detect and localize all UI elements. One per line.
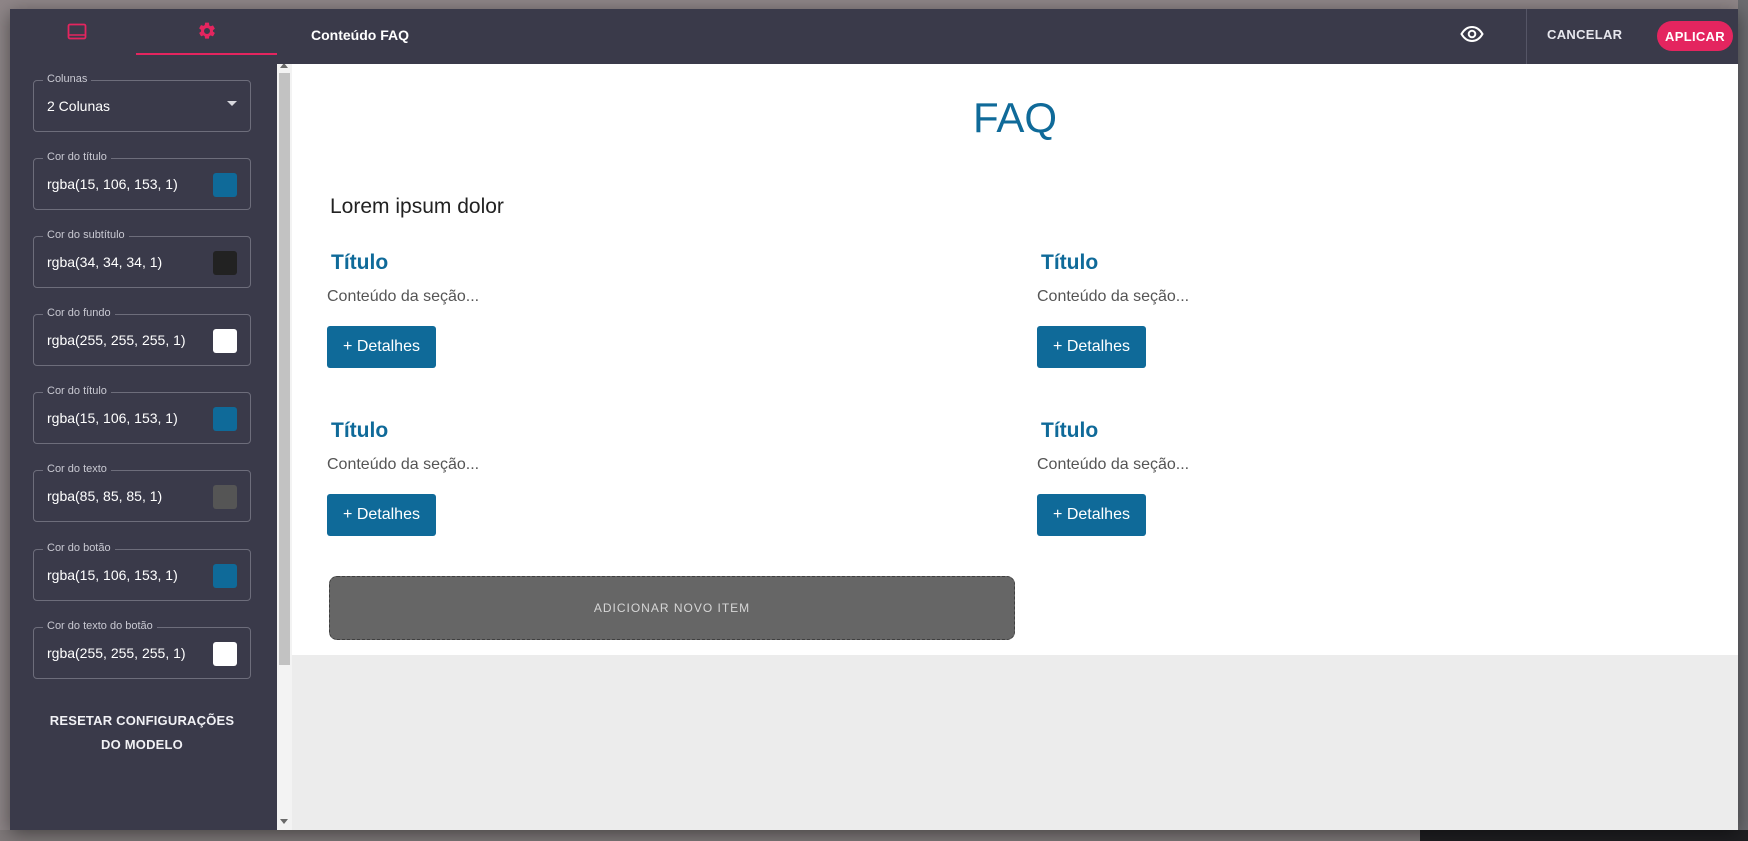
tab-layout[interactable] [10, 9, 143, 55]
monitor-icon [67, 23, 87, 41]
field-label: Cor do título [43, 151, 111, 163]
item-text[interactable]: Conteúdo da seção... [327, 456, 479, 474]
reset-label-line2: DO MODELO [101, 737, 183, 752]
item-title[interactable]: Título [331, 419, 388, 443]
item-text[interactable]: Conteúdo da seção... [1037, 288, 1189, 306]
details-button[interactable]: + Detalhes [1037, 494, 1146, 536]
details-button[interactable]: + Detalhes [327, 494, 436, 536]
color-swatch[interactable] [213, 485, 237, 509]
backdrop-right [1738, 0, 1748, 841]
settings-sidebar: Colunas 2 Colunas Cor do título rgba(15,… [10, 9, 277, 830]
color-swatch[interactable] [213, 642, 237, 666]
field-label: Cor do botão [43, 542, 115, 554]
faq-editor-modal: Colunas 2 Colunas Cor do título rgba(15,… [10, 9, 1738, 830]
header-divider [1526, 9, 1527, 64]
item-title[interactable]: Título [1041, 419, 1098, 443]
columns-value: 2 Colunas [47, 98, 111, 114]
field-label: Cor do texto [43, 463, 111, 475]
field-value: rgba(255, 255, 255, 1) [47, 645, 186, 661]
item-title[interactable]: Título [1041, 251, 1098, 275]
field-value: rgba(34, 34, 34, 1) [47, 254, 163, 270]
preview-button[interactable] [1458, 24, 1486, 48]
button-text-color-field[interactable]: Cor do texto do botão rgba(255, 255, 255… [33, 620, 251, 679]
faq-item[interactable]: Título Conteúdo da seção... + Detalhes [327, 251, 927, 391]
faq-preview: FAQ Lorem ipsum dolor Título Conteúdo da… [292, 64, 1738, 655]
color-swatch[interactable] [213, 173, 237, 197]
title-color-field[interactable]: Cor do título rgba(15, 106, 153, 1) [33, 151, 251, 210]
scroll-thumb[interactable] [279, 73, 290, 665]
field-value: rgba(15, 106, 153, 1) [47, 410, 178, 426]
text-color-field[interactable]: Cor do texto rgba(85, 85, 85, 1) [33, 463, 251, 522]
reset-label-line1: RESETAR CONFIGURAÇÕES [49, 713, 235, 728]
tab-settings[interactable] [136, 9, 277, 55]
field-label: Cor do texto do botão [43, 620, 157, 632]
color-swatch[interactable] [213, 251, 237, 275]
details-button[interactable]: + Detalhes [1037, 326, 1146, 368]
editor-header: Conteúdo FAQ CANCELAR APLICAR [277, 9, 1738, 64]
color-swatch[interactable] [213, 329, 237, 353]
sidebar-tabs [10, 9, 277, 55]
chevron-down-icon [227, 101, 237, 106]
field-value: rgba(15, 106, 153, 1) [47, 176, 178, 192]
field-value: rgba(255, 255, 255, 1) [47, 332, 186, 348]
field-value: rgba(85, 85, 85, 1) [47, 488, 163, 504]
eye-icon [1460, 25, 1484, 47]
color-swatch[interactable] [213, 564, 237, 588]
color-swatch[interactable] [213, 407, 237, 431]
gear-icon [197, 21, 217, 41]
item-title-color-field[interactable]: Cor do título rgba(15, 106, 153, 1) [33, 385, 251, 444]
field-value: rgba(15, 106, 153, 1) [47, 567, 178, 583]
apply-button[interactable]: APLICAR [1657, 21, 1733, 51]
scroll-down-arrow-icon[interactable] [280, 819, 288, 824]
sidebar-scrollbar[interactable] [277, 57, 292, 830]
backdrop-dark-corner [1420, 830, 1748, 841]
cancel-button[interactable]: CANCELAR [1547, 27, 1622, 42]
button-color-field[interactable]: Cor do botão rgba(15, 106, 153, 1) [33, 542, 251, 601]
field-label: Cor do título [43, 385, 111, 397]
columns-select[interactable]: Colunas 2 Colunas [33, 73, 251, 132]
field-label: Cor do subtítulo [43, 229, 129, 241]
background-color-field[interactable]: Cor do fundo rgba(255, 255, 255, 1) [33, 307, 251, 366]
subtitle-color-field[interactable]: Cor do subtítulo rgba(34, 34, 34, 1) [33, 229, 251, 288]
faq-item[interactable]: Título Conteúdo da seção... + Detalhes [327, 419, 927, 559]
details-button[interactable]: + Detalhes [327, 326, 436, 368]
faq-item[interactable]: Título Conteúdo da seção... + Detalhes [1037, 251, 1637, 391]
item-text[interactable]: Conteúdo da seção... [1037, 456, 1189, 474]
item-title[interactable]: Título [331, 251, 388, 275]
faq-item[interactable]: Título Conteúdo da seção... + Detalhes [1037, 419, 1637, 559]
header-title: Conteúdo FAQ [311, 27, 409, 43]
reset-template-button[interactable]: RESETAR CONFIGURAÇÕES DO MODELO [33, 709, 251, 757]
faq-subtitle[interactable]: Lorem ipsum dolor [330, 195, 504, 219]
item-text[interactable]: Conteúdo da seção... [327, 288, 479, 306]
add-new-item-button[interactable]: ADICIONAR NOVO ITEM [329, 576, 1015, 640]
field-label: Cor do fundo [43, 307, 115, 319]
faq-title[interactable]: FAQ [292, 94, 1738, 142]
columns-label: Colunas [43, 73, 92, 85]
